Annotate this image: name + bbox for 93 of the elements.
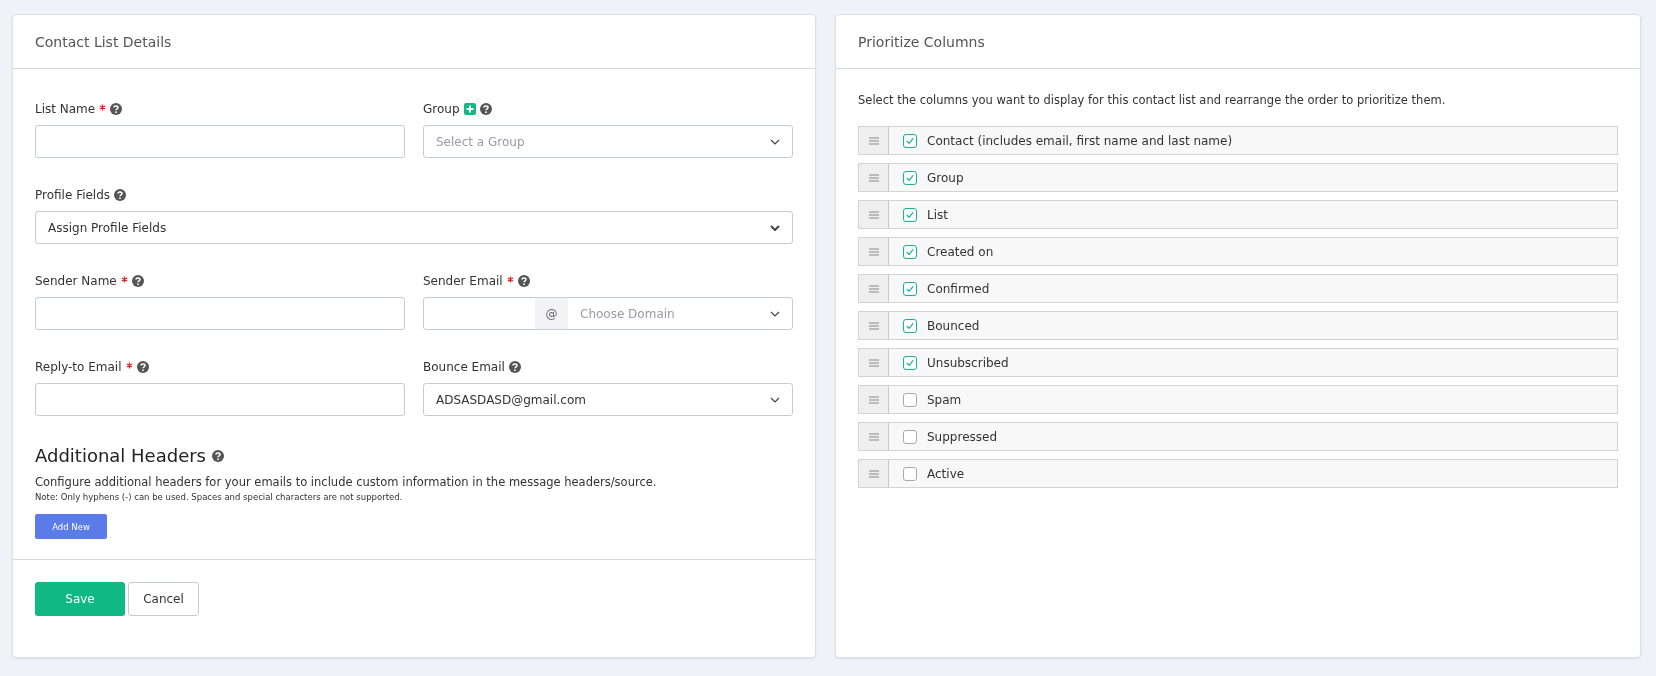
check-icon	[905, 320, 915, 331]
column-row[interactable]: Suppressed	[858, 422, 1618, 451]
text-field[interactable]	[35, 383, 405, 416]
field-label: Group	[423, 102, 460, 116]
panel-title: Prioritize Columns	[858, 33, 985, 50]
drag-handle[interactable]	[859, 460, 889, 487]
text-field[interactable]	[35, 297, 405, 330]
checkbox[interactable]	[903, 318, 917, 333]
drag-handle-icon	[868, 247, 879, 256]
field-label: Bounce Email	[423, 360, 505, 374]
column-label: Confirmed	[927, 281, 990, 296]
help-icon	[517, 275, 530, 287]
drag-handle-icon	[868, 432, 879, 441]
field-label: Sender Email	[423, 274, 503, 288]
help-icon	[508, 361, 521, 373]
check-icon	[905, 135, 915, 146]
column-label: Suppressed	[927, 429, 997, 444]
column-row[interactable]: List	[858, 200, 1618, 229]
column-row[interactable]: Group	[858, 163, 1618, 192]
checkbox[interactable]	[903, 207, 917, 222]
help-icon	[212, 449, 224, 462]
check-icon	[905, 357, 915, 368]
drag-handle-icon	[868, 358, 879, 367]
description-text: Configure additional headers for your emails to include custom information in the message headers/source.	[35, 475, 658, 489]
column-label: Group	[927, 170, 964, 185]
drag-handle-icon	[868, 136, 879, 145]
note-text: Note: Only hyphens (-) can be used. Spaces and special characters are not supported.	[35, 492, 404, 502]
checkbox[interactable]	[903, 466, 917, 481]
column-label: Active	[927, 466, 965, 481]
column-label: Contact (includes email, first name and last name)	[927, 133, 1233, 148]
check-icon	[905, 246, 915, 257]
drag-handle[interactable]	[859, 349, 889, 376]
check-icon	[905, 209, 915, 220]
help-icon	[110, 103, 123, 115]
help-icon	[136, 361, 149, 373]
checkbox[interactable]	[903, 133, 917, 148]
chevron-down-icon	[770, 396, 780, 403]
drag-handle[interactable]	[859, 238, 889, 265]
drag-handle[interactable]	[859, 275, 889, 302]
asterisk-icon	[125, 361, 133, 369]
drag-handle-icon	[868, 321, 879, 330]
checkbox[interactable]	[903, 429, 917, 444]
drag-handle-icon	[868, 173, 879, 182]
column-label: Spam	[927, 392, 962, 407]
checkbox[interactable]	[903, 244, 917, 259]
column-row[interactable]: Created on	[858, 237, 1618, 266]
drag-handle-icon	[868, 395, 879, 404]
column-row[interactable]: Confirmed	[858, 274, 1618, 303]
section-heading: Additional Headers	[35, 445, 206, 466]
text-field[interactable]	[35, 125, 405, 158]
drag-handle[interactable]	[859, 386, 889, 413]
instruction-text: Select the columns you want to display for this contact list and rearrange the order to prioritize them.	[858, 93, 1447, 107]
help-icon	[114, 189, 127, 201]
column-label: Unsubscribed	[927, 355, 1009, 370]
drag-handle-icon	[868, 469, 879, 478]
drag-handle[interactable]	[859, 127, 889, 154]
check-icon	[905, 172, 915, 183]
drag-handle[interactable]	[859, 201, 889, 228]
cancel-button[interactable]: Cancel	[128, 582, 199, 616]
drag-handle[interactable]	[859, 423, 889, 450]
asterisk-icon	[120, 275, 128, 283]
field-label: Sender Name	[35, 274, 117, 288]
asterisk-icon	[506, 275, 514, 283]
column-row[interactable]: Spam	[858, 385, 1618, 414]
checkbox[interactable]	[903, 170, 917, 185]
drag-handle[interactable]	[859, 312, 889, 339]
column-row[interactable]: Active	[858, 459, 1618, 488]
chevron-down-icon	[770, 138, 780, 145]
plus-icon[interactable]	[463, 103, 476, 115]
add-new-button[interactable]: Add New	[35, 514, 107, 539]
chevron-down-icon	[770, 224, 780, 231]
checkbox[interactable]	[903, 392, 917, 407]
field-label: Reply-to Email	[35, 360, 122, 374]
check-icon	[905, 283, 915, 294]
asterisk-icon	[99, 103, 107, 111]
drag-handle[interactable]	[859, 164, 889, 191]
panel-title: Contact List Details	[35, 33, 172, 50]
column-label: Bounced	[927, 318, 980, 333]
column-label: List	[927, 207, 948, 222]
help-icon	[479, 103, 492, 115]
column-row[interactable]: Unsubscribed	[858, 348, 1618, 377]
field-label: List Name	[35, 102, 96, 116]
select-field[interactable]: Assign Profile Fields	[35, 211, 793, 244]
checkbox[interactable]	[903, 355, 917, 370]
column-row[interactable]: Bounced	[858, 311, 1618, 340]
drag-handle-icon	[868, 284, 879, 293]
column-label: Created on	[927, 244, 994, 259]
field-label: Profile Fields	[35, 188, 111, 202]
select-field[interactable]: ADSASDASD@gmail.com	[423, 383, 793, 416]
checkbox[interactable]	[903, 281, 917, 296]
column-row[interactable]: Contact (includes email, first name and last name)	[858, 126, 1618, 155]
drag-handle-icon	[868, 210, 879, 219]
help-icon	[131, 275, 144, 287]
